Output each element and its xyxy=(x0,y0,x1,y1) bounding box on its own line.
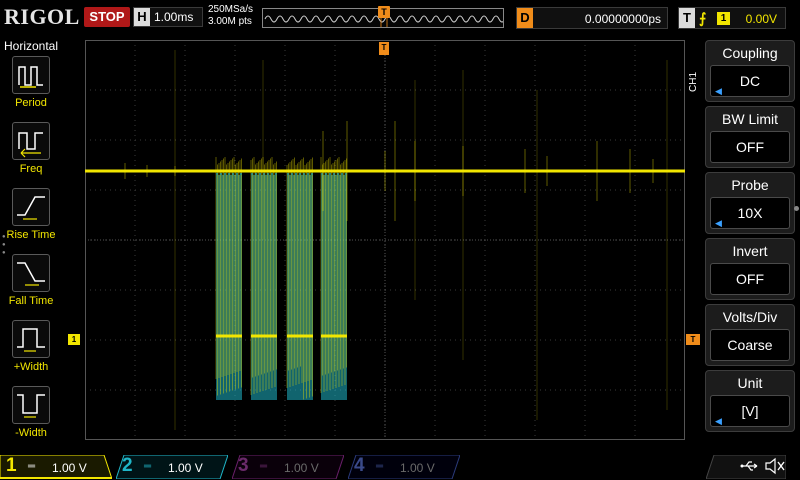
period-label: Period xyxy=(15,97,47,109)
unit-menu[interactable]: Unit ◀ [V] xyxy=(705,370,795,432)
rising-edge-icon: ⨍ xyxy=(699,10,707,26)
ch3-coupling-icon: ═ xyxy=(260,461,268,472)
menu-page-indicator xyxy=(794,206,799,211)
period-icon xyxy=(12,56,50,94)
trigger-settings[interactable]: T ⨍ 1 0.00V xyxy=(678,7,786,29)
ch4-number: 4 xyxy=(354,455,365,476)
ch1-status[interactable]: 1 ═ 1.00 V xyxy=(0,455,112,479)
ch1-number: 1 xyxy=(6,455,17,476)
top-status-bar: RIGOL STOP H 1.00ms 250MSa/s 3.00M pts T… xyxy=(0,0,800,34)
horizontal-timebase[interactable]: H 1.00ms xyxy=(133,7,203,27)
trigger-level: 0.00V xyxy=(745,12,777,26)
usb-icon xyxy=(740,461,758,471)
select-arrow-icon: ◀ xyxy=(715,86,722,96)
ch4-coupling-icon: ═ xyxy=(376,461,384,472)
timebase-value: 1.00ms xyxy=(154,10,194,24)
ch2-coupling-icon: ═ xyxy=(144,461,152,472)
measure-fall-time[interactable]: Fall Time xyxy=(0,254,62,316)
channel-status-bar: 1 ═ 1.00 V 2 ═ 1.00 V 3 ═ 1.00 V 4 ═ 1.0… xyxy=(0,453,800,480)
select-arrow-icon: ◀ xyxy=(715,416,722,426)
probe-title: Probe xyxy=(731,177,769,193)
ch2-number: 2 xyxy=(122,455,133,476)
coupling-value: ◀ DC xyxy=(710,65,790,97)
positive-width-icon xyxy=(12,320,50,358)
run-stop-status[interactable]: STOP xyxy=(84,7,130,27)
ch2-burst xyxy=(216,175,242,400)
volts-div-value: Coarse xyxy=(710,329,790,361)
volts-div-menu[interactable]: Volts/Div Coarse xyxy=(705,304,795,366)
ch3-status[interactable]: 3 ═ 1.00 V xyxy=(232,455,344,479)
negative-width-label: -Width xyxy=(15,427,47,439)
invert-value: OFF xyxy=(710,263,790,295)
channel-settings-menu: Coupling ◀ DC BW Limit OFF Probe ◀ 10X I… xyxy=(700,36,800,436)
fall-time-label: Fall Time xyxy=(8,295,54,307)
ch2-burst xyxy=(321,175,347,400)
measure-frequency[interactable]: Freq xyxy=(0,122,62,184)
graticule xyxy=(85,40,685,440)
ch2-status[interactable]: 2 ═ 1.00 V xyxy=(116,455,228,479)
unit-title: Unit xyxy=(737,375,763,391)
delay-value: 0.00000000ps xyxy=(584,12,661,26)
invert-title: Invert xyxy=(732,243,768,259)
menu-page-dots: ● ● ● xyxy=(2,234,6,256)
measure-negative-width[interactable]: -Width xyxy=(0,386,62,448)
bw-limit-menu[interactable]: BW Limit OFF xyxy=(705,106,795,168)
speaker-muted-icon[interactable] xyxy=(764,457,786,475)
invert-menu[interactable]: Invert OFF xyxy=(705,238,795,300)
channel-tab: CH1 xyxy=(688,71,699,92)
positive-width-label: +Width xyxy=(13,361,49,373)
bw-limit-value: OFF xyxy=(710,131,790,163)
rise-time-label: Rise Time xyxy=(6,229,56,241)
waveform-display[interactable] xyxy=(85,40,685,440)
fall-time-icon xyxy=(12,254,50,292)
rise-time-icon xyxy=(12,188,50,226)
ch2-burst xyxy=(251,175,277,400)
menu-title: Horizontal xyxy=(3,39,59,53)
coupling-menu[interactable]: Coupling ◀ DC xyxy=(705,40,795,102)
trigger-level-marker[interactable]: T xyxy=(686,334,700,345)
trigger-label: T xyxy=(679,8,695,28)
trigger-time-marker[interactable]: T xyxy=(379,42,389,55)
ch3-scale: 1.00 V xyxy=(284,461,319,475)
delay-label: D xyxy=(517,8,533,28)
frequency-label: Freq xyxy=(19,163,43,175)
frequency-icon xyxy=(12,122,50,160)
ch4-scale: 1.00 V xyxy=(400,461,435,475)
horizontal-delay[interactable]: D 0.00000000ps xyxy=(516,7,668,29)
measure-rise-time[interactable]: Rise Time xyxy=(0,188,62,250)
trigger-source: 1 xyxy=(717,12,730,25)
volts-div-title: Volts/Div xyxy=(722,309,778,325)
ch3-number: 3 xyxy=(238,455,249,476)
unit-value: ◀ [V] xyxy=(710,395,790,427)
sample-rate: 250MSa/s xyxy=(208,4,254,15)
ch2-burst xyxy=(287,175,313,400)
trigger-position-marker: T xyxy=(378,6,390,18)
coupling-title: Coupling xyxy=(722,45,778,61)
horizontal-label: H xyxy=(134,8,150,26)
probe-menu[interactable]: Probe ◀ 10X xyxy=(705,172,795,234)
ch1-coupling-icon: ═ xyxy=(28,461,36,472)
negative-width-icon xyxy=(12,386,50,424)
select-arrow-icon: ◀ xyxy=(715,218,722,228)
probe-value: ◀ 10X xyxy=(710,197,790,229)
memory-depth: 3.00M pts xyxy=(208,16,252,27)
measure-positive-width[interactable]: +Width xyxy=(0,320,62,382)
ch2-scale: 1.00 V xyxy=(168,461,203,475)
acquisition-info: 250MSa/s 3.00M pts xyxy=(208,4,253,28)
measure-period[interactable]: Period xyxy=(0,56,62,118)
ch1-scale: 1.00 V xyxy=(52,461,87,475)
horizontal-measure-menu: Horizontal Period Freq Rise Time Fall Ti… xyxy=(0,36,62,452)
ch1-ground-marker[interactable]: 1 xyxy=(68,334,80,345)
rigol-logo: RIGOL xyxy=(4,4,80,29)
ch4-status[interactable]: 4 ═ 1.00 V xyxy=(348,455,460,479)
bw-limit-title: BW Limit xyxy=(722,111,778,127)
